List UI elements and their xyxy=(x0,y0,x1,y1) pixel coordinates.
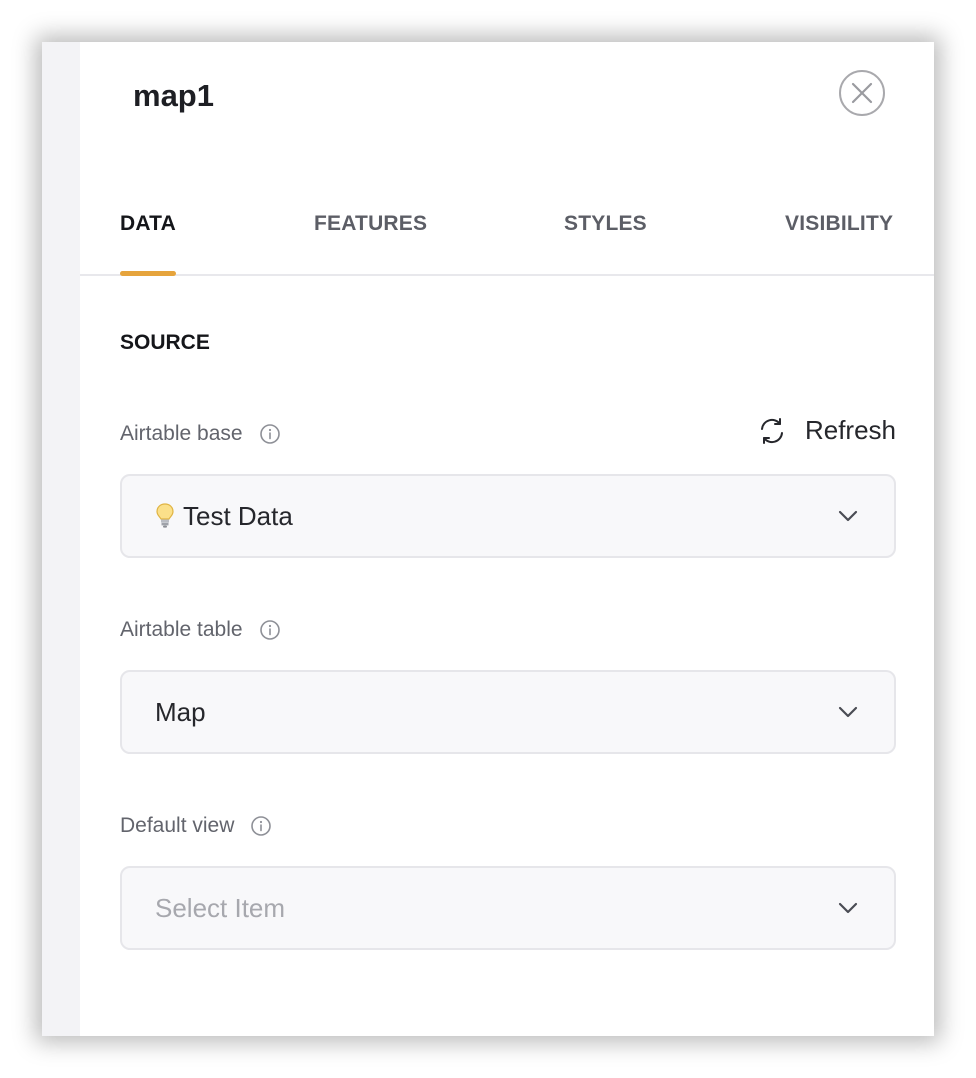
tab-features[interactable]: FEATURES xyxy=(314,212,427,236)
active-tab-indicator xyxy=(120,271,177,276)
tab-bar: DATA FEATURES STYLES VISIBILITY xyxy=(80,202,934,276)
info-icon[interactable] xyxy=(259,423,281,445)
airtable-table-select[interactable]: Map xyxy=(120,670,896,754)
close-button[interactable] xyxy=(839,70,885,116)
select-value: Test Data xyxy=(183,500,293,531)
airtable-table-label: Airtable table xyxy=(120,618,281,642)
tab-label: VISIBILITY xyxy=(785,212,894,235)
refresh-label: Refresh xyxy=(804,415,896,445)
field-label-text: Airtable base xyxy=(120,422,243,445)
chevron-down-icon xyxy=(838,510,858,522)
chevron-down-icon xyxy=(838,902,858,914)
field-label-text: Default view xyxy=(120,814,235,837)
chevron-down-icon xyxy=(838,706,858,718)
default-view-select[interactable]: Select Item xyxy=(120,866,896,950)
refresh-icon xyxy=(757,416,787,446)
select-placeholder: Select Item xyxy=(155,892,286,923)
default-view-label: Default view xyxy=(120,814,272,838)
tab-visibility[interactable]: VISIBILITY xyxy=(785,212,893,236)
panel-title: map1 xyxy=(133,78,214,113)
side-panel-window: map1 DATA FEATURES STYLES VISIBILITY SOU… xyxy=(42,42,934,1036)
left-edge-strip xyxy=(42,42,81,1036)
tab-label: DATA xyxy=(120,212,177,235)
field-label-text: Airtable table xyxy=(120,618,243,641)
properties-panel: map1 DATA FEATURES STYLES VISIBILITY SOU… xyxy=(80,42,934,1036)
airtable-base-select[interactable]: Test Data xyxy=(120,474,896,558)
select-value: Map xyxy=(155,696,206,727)
tab-label: STYLES xyxy=(564,212,647,235)
close-icon xyxy=(851,82,873,104)
tab-data[interactable]: DATA xyxy=(120,212,177,276)
info-icon[interactable] xyxy=(259,619,281,641)
info-icon[interactable] xyxy=(250,815,272,837)
tab-styles[interactable]: STYLES xyxy=(564,212,647,236)
refresh-button[interactable]: Refresh xyxy=(757,415,896,446)
airtable-base-label: Airtable base xyxy=(120,422,281,446)
section-title-source: SOURCE xyxy=(120,331,210,354)
tab-label: FEATURES xyxy=(314,212,428,235)
lightbulb-icon xyxy=(155,502,175,530)
